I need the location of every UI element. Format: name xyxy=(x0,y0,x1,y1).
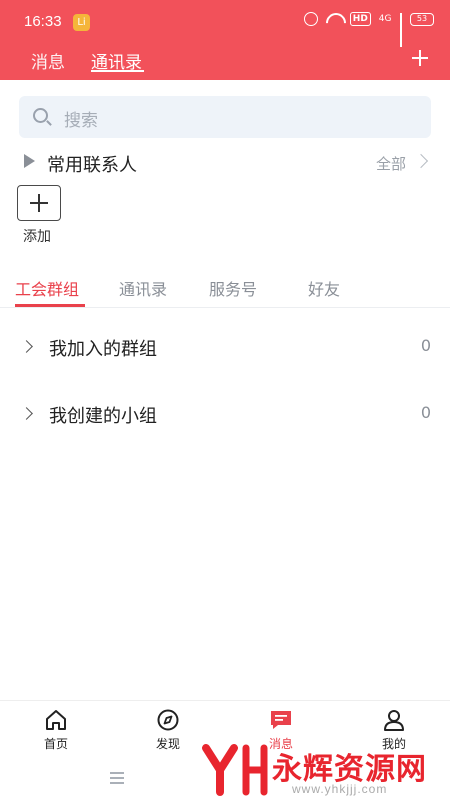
message-icon xyxy=(271,711,291,729)
nav-home[interactable]: 首页 xyxy=(16,701,96,757)
chevron-right-icon xyxy=(20,407,33,420)
add-contact-label: 添加 xyxy=(23,229,51,245)
home-icon xyxy=(46,710,66,730)
watermark: 永辉资源网 www.yhkjjj.com xyxy=(200,740,450,800)
nav-label: 发现 xyxy=(155,737,180,751)
network-type: 4G xyxy=(378,14,392,24)
nav-label: 首页 xyxy=(43,737,68,751)
status-bar: 16:33 Li HD 4G 53 xyxy=(0,0,450,47)
view-all-link[interactable]: 全部 xyxy=(376,153,406,174)
contact-category-tabs: 工会群组 通讯录 服务号 好友 xyxy=(0,270,450,308)
battery-icon: 53 xyxy=(410,12,434,26)
expand-triangle-icon xyxy=(24,154,35,168)
list-item-created-groups[interactable]: 我创建的小组 0 xyxy=(0,389,450,439)
status-icons: HD 4G 53 xyxy=(303,12,434,47)
tab-friends[interactable]: 好友 xyxy=(308,276,340,300)
search-placeholder: 搜索 xyxy=(64,111,98,131)
add-plus-icon[interactable] xyxy=(412,50,428,66)
group-count: 0 xyxy=(420,403,431,422)
watermark-url: www.yhkjjj.com xyxy=(292,782,388,796)
wifi-icon xyxy=(326,13,342,25)
alarm-icon xyxy=(303,12,318,26)
nav-discover[interactable]: 发现 xyxy=(128,701,208,757)
watermark-logo xyxy=(202,744,268,796)
tab-messages[interactable]: 消息 xyxy=(31,48,65,73)
user-icon xyxy=(384,710,404,731)
chevron-right-icon xyxy=(20,340,33,353)
active-subtab-indicator xyxy=(15,304,85,307)
search-icon xyxy=(33,108,48,123)
search-input[interactable]: 搜索 xyxy=(19,96,431,138)
status-time: 16:33 xyxy=(24,13,62,30)
top-tabs: 消息 通讯录 xyxy=(0,44,450,80)
add-contact-button[interactable] xyxy=(17,185,61,221)
menu-lines-icon[interactable] xyxy=(110,772,124,784)
tab-union-groups[interactable]: 工会群组 xyxy=(15,276,79,300)
compass-icon xyxy=(157,709,179,731)
app-header: 16:33 Li HD 4G 53 消息 通讯录 xyxy=(0,0,450,80)
active-tab-underline xyxy=(91,70,144,72)
frequent-contacts-header[interactable]: 常用联系人 全部 xyxy=(0,148,450,178)
tab-service-accounts[interactable]: 服务号 xyxy=(209,276,257,300)
hd-icon: HD xyxy=(349,12,371,26)
group-label: 我加入的群组 xyxy=(49,339,157,360)
signal-icon xyxy=(399,12,402,47)
group-count: 0 xyxy=(420,336,431,355)
list-item-joined-groups[interactable]: 我加入的群组 0 xyxy=(0,322,450,372)
chevron-right-icon xyxy=(413,153,429,169)
tab-address-book[interactable]: 通讯录 xyxy=(119,276,167,300)
group-label: 我创建的小组 xyxy=(49,406,157,427)
app-notification-badge: Li xyxy=(73,14,90,31)
plus-icon xyxy=(30,194,48,212)
frequent-contacts-title: 常用联系人 xyxy=(47,155,137,176)
